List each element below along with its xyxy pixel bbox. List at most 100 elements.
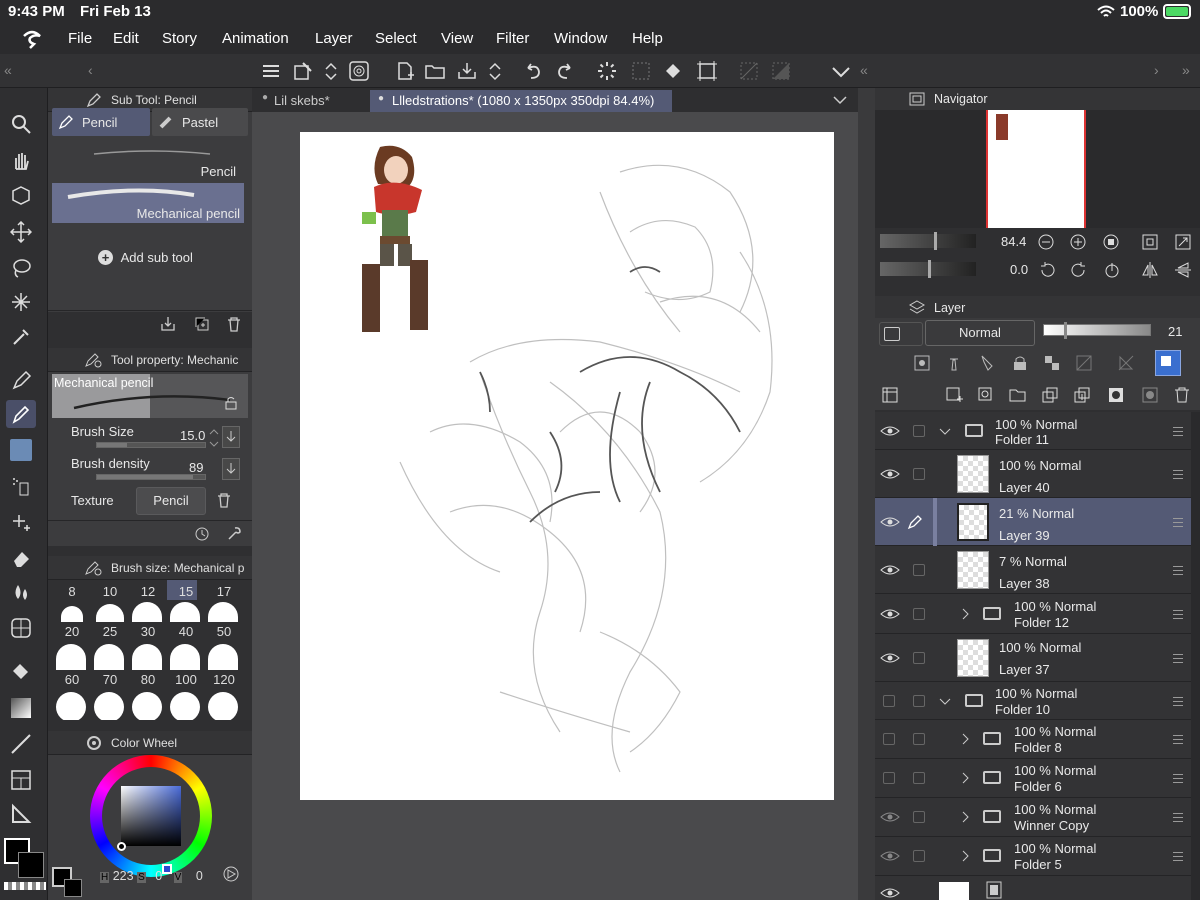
menu-view[interactable]: View (441, 30, 473, 47)
layer-check[interactable] (913, 695, 925, 707)
folder-chevron-down-icon[interactable] (939, 697, 951, 707)
eye-icon[interactable] (880, 515, 900, 529)
size-40[interactable]: 40 (171, 624, 201, 639)
crop-icon[interactable] (696, 60, 718, 82)
rotate-left-icon[interactable] (1038, 261, 1056, 279)
apply-mask-icon[interactable] (1141, 386, 1159, 404)
doc-tab-lil-skebs[interactable]: ● Lil skebs* (252, 88, 368, 112)
collapse-far-right-icon[interactable]: » (1182, 62, 1190, 78)
size-25[interactable]: 25 (95, 624, 125, 639)
new-raster-layer-icon[interactable] (945, 386, 963, 404)
drag-handle-icon[interactable] (1173, 566, 1183, 575)
size-dot-250[interactable] (132, 692, 162, 720)
size-dot-120[interactable] (208, 644, 238, 670)
layer-row-folder-8[interactable]: 100 % Normal Folder 8 (875, 720, 1191, 759)
zoom-value[interactable]: 84.4 (1001, 234, 1026, 249)
size-dot-40[interactable] (170, 602, 200, 622)
sub-color-swatch[interactable] (18, 852, 44, 878)
chevron-left-icon[interactable]: ‹ (88, 62, 93, 78)
layer-check[interactable] (913, 850, 925, 862)
size-dot-300[interactable] (170, 692, 200, 720)
eye-icon[interactable] (880, 651, 900, 665)
size-10[interactable]: 10 (95, 584, 125, 599)
updown-icon[interactable] (320, 60, 342, 82)
subtool-tab-pastel[interactable]: Pastel (152, 108, 248, 136)
color-mode-icon[interactable] (222, 865, 240, 883)
menu-window[interactable]: Window (554, 30, 607, 47)
magic-wand-tool[interactable] (6, 288, 36, 316)
fullscreen-icon[interactable] (1174, 233, 1192, 251)
menu-select[interactable]: Select (375, 30, 417, 47)
tabs-chevron-down-icon[interactable] (832, 94, 848, 106)
download-icon[interactable] (160, 316, 176, 332)
layer-check[interactable] (913, 608, 925, 620)
layer-check[interactable] (913, 811, 925, 823)
ruler-tool[interactable] (6, 800, 36, 828)
size-60[interactable]: 60 (57, 672, 87, 687)
wrench-icon[interactable] (226, 526, 242, 542)
layer-row-folder-5[interactable]: 100 % Normal Folder 5 (875, 837, 1191, 876)
brush-density-slider[interactable] (96, 474, 206, 480)
menu-edit[interactable]: Edit (113, 30, 139, 47)
object-tool[interactable] (6, 182, 36, 210)
menu-file[interactable]: File (68, 30, 92, 47)
size-dot-400[interactable] (208, 692, 238, 720)
fit-view-icon[interactable] (1102, 233, 1120, 251)
layer-row-winner-copy[interactable]: 100 % Normal Winner Copy (875, 798, 1191, 837)
color-mode-select[interactable] (879, 322, 923, 346)
zoom-in-icon[interactable] (1069, 233, 1087, 251)
menu-story[interactable]: Story (162, 30, 197, 47)
size-dot-60[interactable] (56, 644, 86, 670)
size-dot-25[interactable] (96, 604, 124, 622)
loading-icon[interactable] (596, 60, 618, 82)
merge-down-icon[interactable] (1073, 386, 1091, 404)
menu-layer[interactable]: Layer (315, 30, 353, 47)
size-15[interactable]: 15 (171, 584, 201, 599)
layer-row-layer-37[interactable]: 100 % Normal Layer 37 (875, 634, 1191, 682)
zoom-out-icon[interactable] (1037, 233, 1055, 251)
blend-mode-select[interactable]: Normal (925, 320, 1035, 346)
eye-icon[interactable] (880, 424, 900, 438)
sv-square[interactable] (121, 786, 181, 846)
doc-tab-illustrations[interactable]: ● Llledstrations* (1080 x 1350px 350dpi … (370, 90, 672, 112)
stepper-chevron-icon[interactable] (208, 428, 220, 448)
layer-row-folder-6[interactable]: 100 % Normal Folder 6 (875, 759, 1191, 798)
sv-picker-handle[interactable] (117, 842, 126, 851)
layer-check[interactable] (913, 425, 925, 437)
pen-tool[interactable] (6, 366, 36, 394)
size-80[interactable]: 80 (133, 672, 163, 687)
layer-row-folder-12[interactable]: 100 % Normal Folder 12 (875, 594, 1191, 634)
frame-tool[interactable] (6, 766, 36, 794)
drawing-canvas[interactable] (300, 132, 834, 800)
save-icon[interactable] (456, 60, 478, 82)
new-vector-layer-icon[interactable] (977, 386, 995, 404)
eye-icon[interactable] (880, 607, 900, 621)
add-subtool-button[interactable]: + Add sub tool (98, 250, 193, 265)
chevron-right-icon[interactable]: › (1154, 62, 1159, 78)
layer-check[interactable] (913, 652, 925, 664)
chevron-down-icon[interactable] (830, 60, 852, 82)
redo-icon[interactable] (554, 60, 576, 82)
menu-animation[interactable]: Animation (222, 30, 289, 47)
drag-handle-icon[interactable] (1173, 697, 1183, 706)
brush-density-down-button[interactable] (222, 458, 240, 480)
mini-sub-color[interactable] (64, 879, 82, 897)
brush-density-value[interactable]: 89 (189, 460, 203, 475)
layer-check[interactable] (913, 772, 925, 784)
collapse-left-icon[interactable]: « (4, 62, 12, 78)
lock-transparency-icon[interactable] (1043, 354, 1061, 372)
brush-size-slider[interactable] (96, 442, 206, 448)
size-50[interactable]: 50 (209, 624, 239, 639)
size-dot-20[interactable] (61, 606, 83, 622)
fill-bucket-icon[interactable] (662, 60, 684, 82)
drag-handle-icon[interactable] (1173, 813, 1183, 822)
duplicate-icon[interactable] (194, 316, 210, 332)
folder-chevron-right-icon[interactable] (961, 608, 971, 620)
size-20[interactable]: 20 (57, 624, 87, 639)
size-30[interactable]: 30 (133, 624, 163, 639)
eyedropper-tool[interactable] (6, 322, 36, 350)
lock-icon[interactable] (224, 396, 238, 410)
updown-icon-2[interactable] (484, 60, 506, 82)
layer-mask-icon[interactable] (1107, 386, 1125, 404)
move-tool[interactable] (6, 218, 36, 246)
